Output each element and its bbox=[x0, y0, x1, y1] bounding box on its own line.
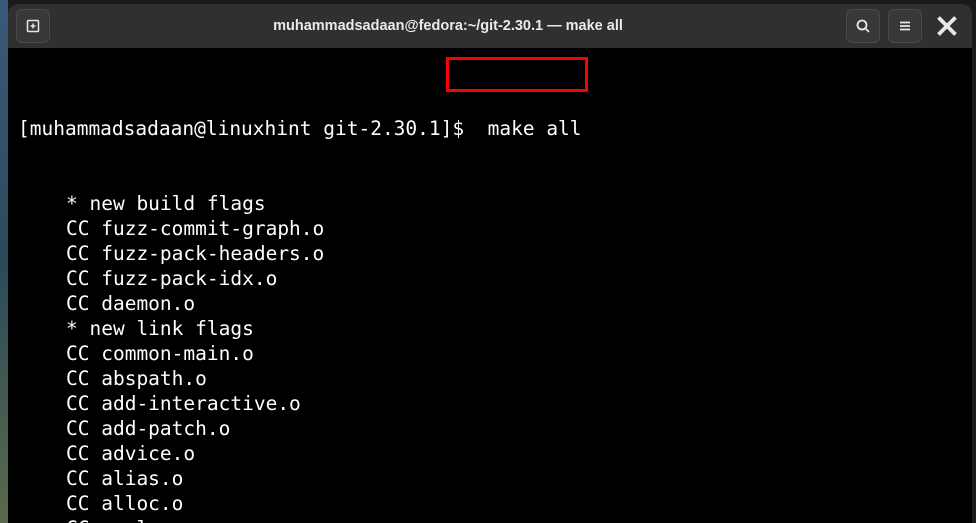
output-line: CC fuzz-commit-graph.o bbox=[18, 216, 962, 241]
output-line: * new build flags bbox=[18, 191, 962, 216]
new-tab-button[interactable] bbox=[16, 9, 50, 43]
search-button[interactable] bbox=[846, 9, 880, 43]
titlebar: muhammadsadaan@fedora:~/git-2.30.1 — mak… bbox=[8, 4, 972, 48]
output-line: CC fuzz-pack-idx.o bbox=[18, 266, 962, 291]
output-line: * new link flags bbox=[18, 316, 962, 341]
terminal-body[interactable]: [muhammadsadaan@linuxhint git-2.30.1]$ m… bbox=[8, 48, 972, 523]
output-line: CC alias.o bbox=[18, 466, 962, 491]
output-line: CC advice.o bbox=[18, 441, 962, 466]
desktop-edge bbox=[0, 0, 8, 523]
prompt-line: [muhammadsadaan@linuxhint git-2.30.1]$ m… bbox=[18, 116, 962, 141]
output-line: CC apply.o bbox=[18, 516, 962, 523]
output-line: CC add-patch.o bbox=[18, 416, 962, 441]
window-title: muhammadsadaan@fedora:~/git-2.30.1 — mak… bbox=[58, 18, 838, 34]
output-line: CC alloc.o bbox=[18, 491, 962, 516]
terminal-output: * new build flagsCC fuzz-commit-graph.oC… bbox=[18, 191, 962, 523]
shell-command: make all bbox=[476, 117, 582, 140]
output-line: CC common-main.o bbox=[18, 341, 962, 366]
search-icon bbox=[855, 18, 871, 34]
output-line: CC add-interactive.o bbox=[18, 391, 962, 416]
output-line: CC abspath.o bbox=[18, 366, 962, 391]
shell-prompt: [muhammadsadaan@linuxhint git-2.30.1]$ bbox=[18, 117, 476, 140]
close-button[interactable] bbox=[930, 9, 964, 43]
terminal-window: muhammadsadaan@fedora:~/git-2.30.1 — mak… bbox=[8, 4, 972, 523]
hamburger-icon bbox=[897, 18, 913, 34]
titlebar-right bbox=[846, 9, 964, 43]
output-line: CC daemon.o bbox=[18, 291, 962, 316]
new-tab-icon bbox=[25, 18, 41, 34]
close-icon bbox=[930, 9, 964, 43]
output-line: CC fuzz-pack-headers.o bbox=[18, 241, 962, 266]
menu-button[interactable] bbox=[888, 9, 922, 43]
